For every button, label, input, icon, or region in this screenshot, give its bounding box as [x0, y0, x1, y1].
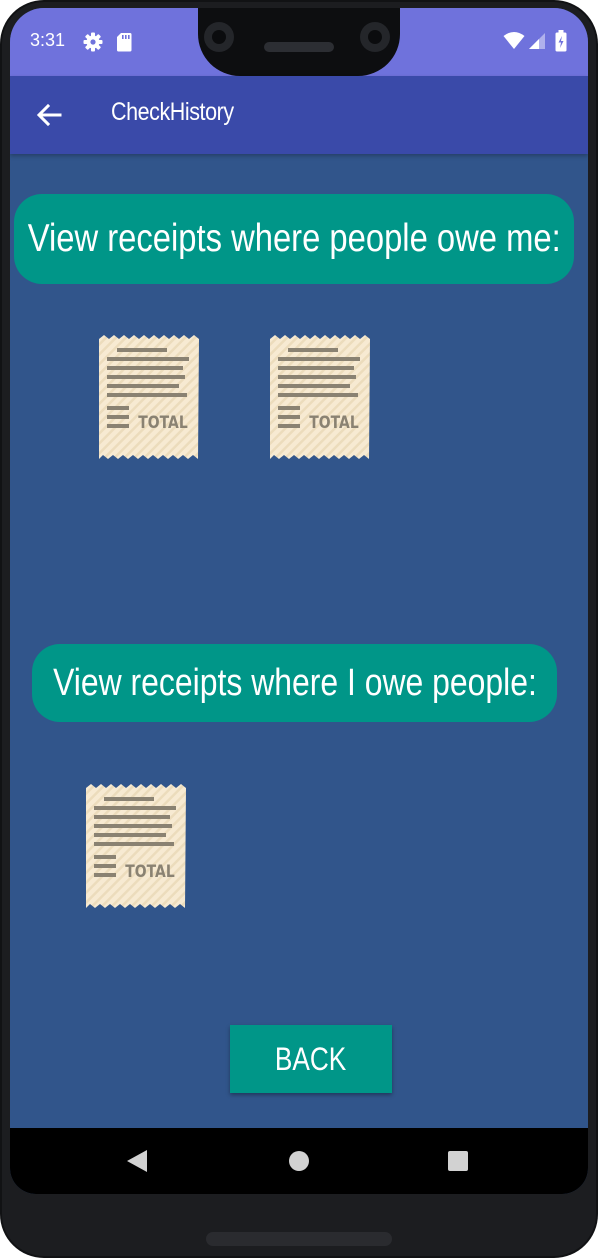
receipt-total-label: TOTAL — [138, 413, 188, 433]
front-camera — [204, 22, 234, 52]
page-title: CheckHistory — [111, 98, 234, 126]
navigation-bar — [10, 1128, 588, 1194]
wifi-icon — [503, 32, 525, 54]
cell-signal-icon — [528, 32, 546, 54]
status-bar: 3:31 — [10, 8, 588, 76]
front-camera — [360, 22, 390, 52]
camera-notch — [198, 8, 400, 76]
back-arrow-icon[interactable] — [36, 102, 62, 132]
receipt-total-label: TOTAL — [125, 862, 175, 882]
owed-to-me-heading-text: View receipts where people owe me: — [27, 217, 561, 260]
screen: 3:31 CheckHistory View receipts where pe… — [10, 8, 588, 1194]
nav-recents-icon[interactable] — [448, 1151, 468, 1175]
nav-back-icon[interactable] — [126, 1149, 148, 1177]
i-owe-heading: View receipts where I owe people: — [32, 644, 557, 722]
back-button-label: BACK — [275, 1040, 347, 1077]
status-time: 3:31 — [30, 30, 66, 50]
receipt-total-label: TOTAL — [309, 413, 359, 433]
receipt-icon[interactable]: TOTAL — [97, 335, 201, 463]
i-owe-heading-text: View receipts where I owe people: — [52, 661, 537, 704]
app-bar: CheckHistory — [10, 76, 588, 154]
back-button[interactable]: BACK — [230, 1025, 392, 1093]
phone-frame: 3:31 CheckHistory View receipts where pe… — [0, 0, 598, 1258]
owed-to-me-heading: View receipts where people owe me: — [14, 194, 574, 284]
battery-icon — [555, 30, 567, 56]
receipt-icon[interactable]: TOTAL — [84, 784, 188, 912]
receipt-icon[interactable]: TOTAL — [268, 335, 372, 463]
phone-bottom-grille — [206, 1232, 392, 1246]
nav-home-icon[interactable] — [288, 1150, 310, 1176]
sd-card-icon — [116, 32, 132, 56]
earpiece-speaker — [264, 42, 334, 52]
gear-icon — [83, 32, 103, 56]
